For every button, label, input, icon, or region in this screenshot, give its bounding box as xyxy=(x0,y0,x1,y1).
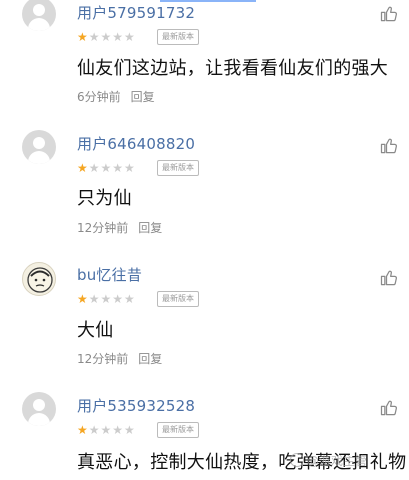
comment-time: 12分钟前 xyxy=(77,221,129,235)
thumbs-up-icon[interactable] xyxy=(379,136,399,156)
star-empty-icon: ★★★★ xyxy=(88,30,136,44)
default-avatar-icon[interactable] xyxy=(22,130,56,164)
watermark-text: @游戏主管 xyxy=(307,454,368,468)
rating-stars: ★★★★★ xyxy=(77,161,136,175)
watermark-logo-icon xyxy=(290,453,304,467)
comment-username[interactable]: bu忆往昔 xyxy=(77,264,142,285)
version-badge: 最新版本 xyxy=(157,29,199,45)
version-badge: 最新版本 xyxy=(157,160,199,176)
star-empty-icon: ★★★★ xyxy=(88,423,136,437)
star-filled-icon: ★ xyxy=(77,292,89,306)
default-avatar-icon[interactable] xyxy=(22,0,56,31)
default-avatar-icon[interactable] xyxy=(22,392,56,426)
reply-button[interactable]: 回复 xyxy=(138,352,162,366)
comment-username[interactable]: 用户579591732 xyxy=(77,2,195,23)
thumbs-up-icon[interactable] xyxy=(379,398,399,418)
comment-username[interactable]: 用户646408820 xyxy=(77,133,195,154)
comment-list: 用户579591732 ★★★★★ 最新版本 仙友们这边站，让我看看仙友们的强大… xyxy=(0,0,409,480)
star-empty-icon: ★★★★ xyxy=(88,292,136,306)
star-empty-icon: ★★★★ xyxy=(88,161,136,175)
comment-time: 12分钟前 xyxy=(77,352,129,366)
comment-meta: 12分钟前 回复 xyxy=(77,219,162,236)
comment-content: 仙友们这边站，让我看看仙友们的强大 xyxy=(77,58,389,79)
comment-time: 6分钟前 xyxy=(77,90,121,104)
reply-button[interactable]: 回复 xyxy=(131,90,155,104)
comment-content: 大仙 xyxy=(77,320,114,341)
star-filled-icon: ★ xyxy=(77,30,89,44)
comment-meta: 12分钟前 回复 xyxy=(77,350,162,367)
comment-username[interactable]: 用户535932528 xyxy=(77,395,195,416)
comment-meta: 6分钟前 回复 xyxy=(77,88,155,105)
version-badge: 最新版本 xyxy=(157,291,199,307)
rating-stars: ★★★★★ xyxy=(77,423,136,437)
star-filled-icon: ★ xyxy=(77,161,89,175)
watermark: @游戏主管 xyxy=(290,452,367,469)
thumbs-up-icon[interactable] xyxy=(379,4,399,24)
rating-stars: ★★★★★ xyxy=(77,292,136,306)
thumbs-up-icon[interactable] xyxy=(379,268,399,288)
star-filled-icon: ★ xyxy=(77,423,89,437)
face-avatar-icon[interactable] xyxy=(22,262,56,296)
version-badge: 最新版本 xyxy=(157,422,199,438)
comment-content: 只为仙 xyxy=(77,188,132,209)
reply-button[interactable]: 回复 xyxy=(138,221,162,235)
rating-stars: ★★★★★ xyxy=(77,30,136,44)
